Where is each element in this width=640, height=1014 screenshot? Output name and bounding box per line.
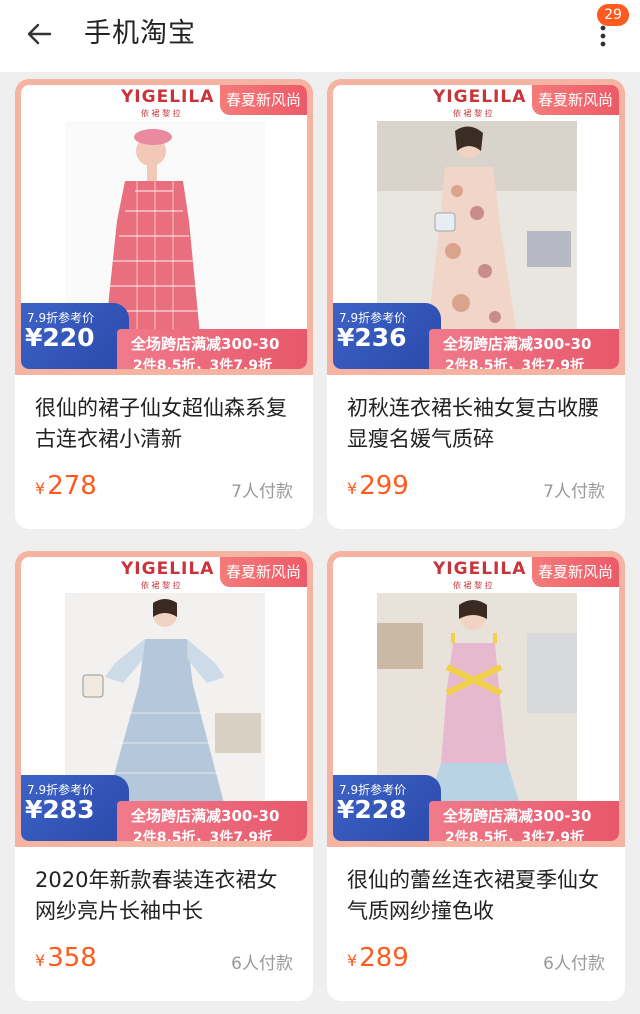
sold-count: 7人付款 [543,482,605,502]
discount-price: ¥236 [337,323,407,352]
currency-symbol: ¥ [347,951,358,970]
product-card[interactable]: YIGELILA 依 裙 黎 拉 春夏新风尚 7.9折参考价 ¥220 全场跨店… [15,79,313,529]
brand-logo: YIGELILA [433,87,527,107]
more-button[interactable] [590,22,616,56]
price-value: 278 [47,471,97,501]
promo-banner: 全场跨店满减300-30 2件8.5折，3件7.9折 [117,801,307,841]
product-image[interactable]: YIGELILA 依 裙 黎 拉 春夏新风尚 7.9折参考价 ¥228 全场跨店… [327,551,625,847]
product-card[interactable]: YIGELILA 依 裙 黎 拉 春夏新风尚 7.9折参考价 ¥283 全场跨店… [15,551,313,1001]
product-image[interactable]: YIGELILA 依 裙 黎 拉 春夏新风尚 7.9折参考价 ¥236 全场跨店… [327,79,625,375]
season-tag: 春夏新风尚 [531,85,619,115]
product-title[interactable]: 很仙的蕾丝连衣裙夏季仙女气质网纱撞色收 [347,865,609,927]
arrow-left-icon [27,23,52,45]
promo-banner: 全场跨店满减300-30 2件8.5折，3件7.9折 [429,329,619,369]
brand-logo: YIGELILA [433,559,527,579]
product-card[interactable]: YIGELILA 依 裙 黎 拉 春夏新风尚 7.9折参考价 ¥228 全场跨店… [327,551,625,1001]
brand-logo: YIGELILA [121,87,215,107]
discount-price-tag: 7.9折参考价 ¥220 [21,303,129,369]
product-title[interactable]: 初秋连衣裙长袖女复古收腰显瘦名媛气质碎 [347,393,609,455]
product-image-frame: YIGELILA 依 裙 黎 拉 春夏新风尚 7.9折参考价 ¥228 全场跨店… [333,557,619,841]
product-title[interactable]: 2020年新款春装连衣裙女网纱亮片长袖中长 [35,865,297,927]
season-tag: 春夏新风尚 [531,557,619,587]
brand-subtitle: 依 裙 黎 拉 [141,109,181,118]
product-card[interactable]: YIGELILA 依 裙 黎 拉 春夏新风尚 7.9折参考价 ¥236 全场跨店… [327,79,625,529]
product-image-frame: YIGELILA 依 裙 黎 拉 春夏新风尚 7.9折参考价 ¥236 全场跨店… [333,85,619,369]
brand-logo: YIGELILA [121,559,215,579]
discount-price-tag: 7.9折参考价 ¥283 [21,775,129,841]
promo-banner: 全场跨店满减300-30 2件8.5折，3件7.9折 [117,329,307,369]
product-title[interactable]: 很仙的裙子仙女超仙森系复古连衣裙小清新 [35,393,297,455]
currency-symbol: ¥ [35,951,46,970]
promo-banner: 全场跨店满减300-30 2件8.5折，3件7.9折 [429,801,619,841]
top-bar: 手机淘宝 29 [0,0,640,72]
promo-line-2: 2件8.5折，3件7.9折 [133,358,273,369]
product-image-frame: YIGELILA 依 裙 黎 拉 春夏新风尚 7.9折参考价 ¥220 全场跨店… [21,85,307,369]
price-value: 289 [359,943,409,973]
price-value: 299 [359,471,409,501]
more-vertical-icon [600,25,606,47]
promo-line-1: 全场跨店满减300-30 [443,807,592,825]
promo-line-2: 2件8.5折，3件7.9折 [445,830,585,841]
brand-subtitle: 依 裙 黎 拉 [141,581,181,590]
sold-count: 6人付款 [543,954,605,974]
discount-price: ¥220 [25,323,95,352]
promo-line-1: 全场跨店满减300-30 [443,335,592,353]
brand-subtitle: 依 裙 黎 拉 [453,109,493,118]
sold-count: 6人付款 [231,954,293,974]
product-price: ¥358 [35,943,97,973]
back-button[interactable] [22,16,62,52]
season-tag: 春夏新风尚 [219,85,307,115]
discount-price: ¥283 [25,795,95,824]
price-value: 358 [47,943,97,973]
product-price: ¥289 [347,943,409,973]
discount-price-tag: 7.9折参考价 ¥236 [333,303,441,369]
discount-price-tag: 7.9折参考价 ¥228 [333,775,441,841]
currency-symbol: ¥ [35,479,46,498]
notification-badge: 29 [597,4,629,26]
product-image-frame: YIGELILA 依 裙 黎 拉 春夏新风尚 7.9折参考价 ¥283 全场跨店… [21,557,307,841]
sold-count: 7人付款 [231,482,293,502]
promo-line-1: 全场跨店满减300-30 [131,807,280,825]
brand-subtitle: 依 裙 黎 拉 [453,581,493,590]
currency-symbol: ¥ [347,479,358,498]
product-image[interactable]: YIGELILA 依 裙 黎 拉 春夏新风尚 7.9折参考价 ¥283 全场跨店… [15,551,313,847]
page-title: 手机淘宝 [84,18,196,49]
promo-line-1: 全场跨店满减300-30 [131,335,280,353]
product-image[interactable]: YIGELILA 依 裙 黎 拉 春夏新风尚 7.9折参考价 ¥220 全场跨店… [15,79,313,375]
season-tag: 春夏新风尚 [219,557,307,587]
promo-line-2: 2件8.5折，3件7.9折 [445,358,585,369]
product-price: ¥299 [347,471,409,501]
promo-line-2: 2件8.5折，3件7.9折 [133,830,273,841]
discount-price: ¥228 [337,795,407,824]
product-price: ¥278 [35,471,97,501]
